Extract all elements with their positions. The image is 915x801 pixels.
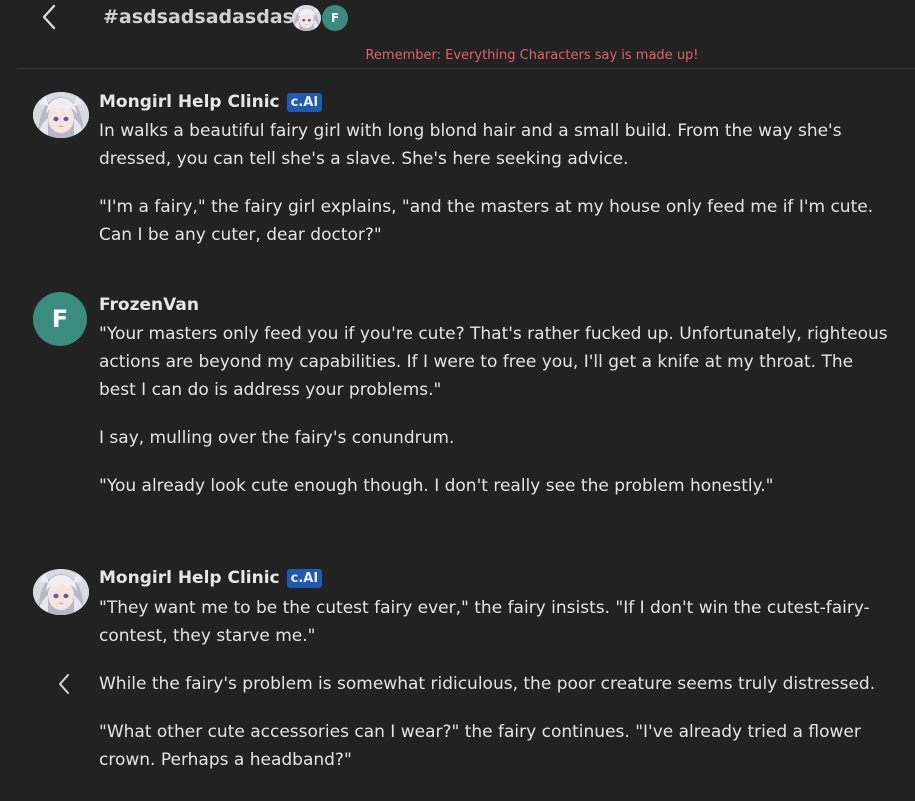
previous-response-button[interactable] <box>52 670 76 698</box>
cai-badge: c.AI <box>286 568 323 588</box>
author-name[interactable]: Mongirl Help Clinic <box>99 92 280 112</box>
message-paragraph: While the fairy's problem is somewhat ri… <box>99 674 876 694</box>
author-name[interactable]: Mongirl Help Clinic <box>99 568 280 588</box>
chevron-left-icon <box>59 674 69 694</box>
message-paragraph: "What other cute accessories can I wear?… <box>99 722 861 770</box>
author-name[interactable]: FrozenVan <box>99 295 199 315</box>
message-paragraph: "You already look cute enough though. I … <box>99 476 774 496</box>
cai-badge: c.AI <box>286 92 323 112</box>
message-paragraph: I say, mulling over the fairy's conundru… <box>99 428 455 448</box>
back-button[interactable] <box>34 2 64 32</box>
character-avatar[interactable] <box>33 92 89 138</box>
message-body: In walks a beautiful fairy girl with lon… <box>99 117 889 269</box>
message-author-row: Mongirl Help Clinic c.AI <box>99 90 323 114</box>
character-avatar <box>292 5 321 31</box>
message-paragraph: "I'm a fairy," the fairy girl explains, … <box>99 197 874 245</box>
chat-title: #asdsadsadasdasd <box>103 6 308 28</box>
user-avatar: F <box>322 5 348 31</box>
message-paragraph: "Your masters only feed you if you're cu… <box>99 324 888 400</box>
chevron-left-icon <box>42 4 56 30</box>
message-author-row: Mongirl Help Clinic c.AI <box>99 566 323 590</box>
character-avatar[interactable] <box>33 569 89 615</box>
message-paragraph: In walks a beautiful fairy girl with lon… <box>99 121 842 169</box>
message-body: "They want me to be the cutest fairy eve… <box>99 594 889 794</box>
message-author-row: FrozenVan <box>99 293 199 317</box>
disclaimer-text: Remember: Everything Characters say is m… <box>365 48 699 63</box>
header-divider <box>17 68 915 69</box>
user-avatar[interactable]: F <box>33 292 87 346</box>
message-body: "Your masters only feed you if you're cu… <box>99 320 889 520</box>
message-paragraph: "They want me to be the cutest fairy eve… <box>99 598 870 646</box>
